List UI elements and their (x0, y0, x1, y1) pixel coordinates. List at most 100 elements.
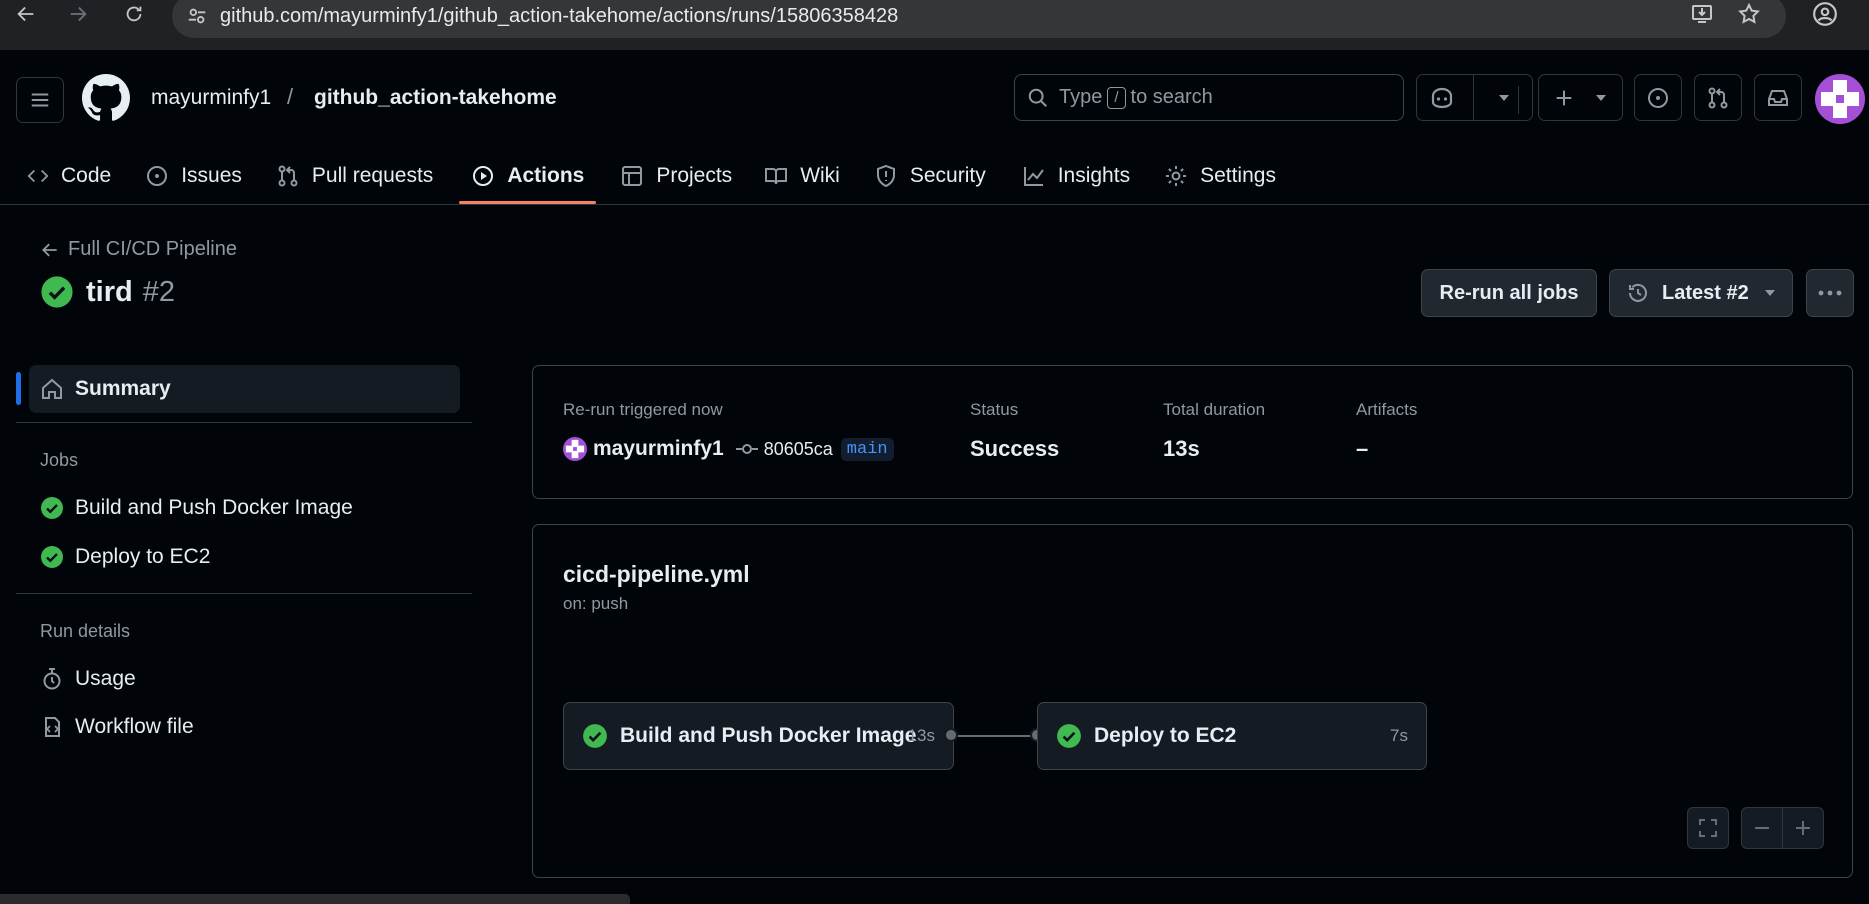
avatar[interactable] (1815, 74, 1865, 124)
arrow-left-icon (40, 240, 68, 260)
zoom-in-button[interactable] (1782, 807, 1824, 849)
home-icon (39, 377, 65, 401)
artifacts-value: – (1356, 436, 1369, 461)
tab-projects[interactable]: Projects (608, 148, 744, 204)
workflow-file-name[interactable]: cicd-pipeline.yml (563, 561, 750, 588)
search-placeholder-prefix: Type (1059, 86, 1103, 108)
create-new-button[interactable] (1538, 74, 1623, 121)
job-node[interactable]: Deploy to EC2 7s (1037, 702, 1427, 770)
chevron-down-icon (1763, 287, 1777, 299)
chevron-down-icon (1594, 92, 1608, 104)
check-circle-fill-icon (1056, 723, 1082, 749)
horizontal-scrollbar[interactable] (0, 894, 630, 904)
inbox-button[interactable] (1754, 74, 1802, 121)
bookmark-star-icon[interactable] (1737, 0, 1761, 28)
tab-actions[interactable]: Actions (459, 148, 597, 204)
job-connector-line (958, 735, 1038, 737)
branch-badge[interactable]: main (840, 437, 894, 461)
workflow-name: Full CI/CD Pipeline (68, 238, 237, 260)
hamburger-icon (29, 89, 51, 111)
graph-icon (1022, 164, 1046, 188)
commit-sha-link[interactable]: 80605ca (764, 439, 833, 460)
latest-attempt-label: Latest #2 (1662, 281, 1749, 304)
tab-label: Projects (656, 164, 733, 187)
zoom-out-button[interactable] (1741, 807, 1783, 849)
search-placeholder-suffix: to search (1130, 86, 1213, 108)
workflow-back-link[interactable]: Full CI/CD Pipeline (40, 238, 237, 261)
copilot-button[interactable] (1416, 74, 1533, 121)
tab-code[interactable]: Code (15, 148, 123, 204)
sidebar-item-summary[interactable]: Summary (29, 365, 460, 413)
gear-icon (1164, 164, 1188, 188)
duration-value: 13s (1163, 436, 1200, 461)
tab-issues[interactable]: Issues (133, 148, 254, 204)
tab-wiki[interactable]: Wiki (752, 148, 852, 204)
actor-link[interactable]: mayurminfy1 (593, 437, 724, 461)
menu-button[interactable] (16, 77, 64, 123)
table-icon (620, 164, 644, 188)
plus-icon (1553, 87, 1575, 109)
issues-button[interactable] (1634, 74, 1682, 121)
repo-owner-link[interactable]: mayurminfy1 (151, 86, 271, 110)
check-circle-fill-icon (40, 275, 74, 309)
back-arrow-icon[interactable] (6, 0, 46, 28)
kebab-horizontal-icon (1817, 289, 1843, 297)
file-code-icon (39, 715, 65, 739)
chevron-down-icon (1497, 92, 1511, 104)
install-app-icon[interactable] (1690, 0, 1714, 28)
tab-security[interactable]: Security (862, 148, 998, 204)
fullscreen-icon (1698, 818, 1718, 838)
sidebar-item-job[interactable]: Build and Push Docker Image (39, 496, 353, 520)
more-options-button[interactable] (1806, 269, 1854, 317)
github-logo-icon[interactable] (82, 74, 130, 122)
search-shortcut-key: / (1107, 86, 1126, 109)
run-details-heading: Run details (40, 621, 131, 641)
check-circle-fill-icon (39, 545, 65, 569)
check-circle-fill-icon (582, 723, 608, 749)
address-bar[interactable]: github.com/mayurminfy1/github_action-tak… (172, 0, 1786, 38)
git-pull-request-icon (276, 164, 300, 188)
sidebar-item-label: Workflow file (75, 715, 194, 738)
search-icon (1027, 87, 1049, 109)
job-node[interactable]: Build and Push Docker Image 13s (563, 702, 954, 770)
site-settings-icon[interactable] (186, 5, 208, 27)
status-label: Status (970, 400, 1019, 419)
job-name: Build and Push Docker Image (620, 724, 917, 747)
sidebar-item-workflow-file[interactable]: Workflow file (39, 715, 194, 739)
tab-settings[interactable]: Settings (1152, 148, 1288, 204)
trigger-info: mayurminfy1 80605ca main (563, 437, 894, 461)
repo-name-link[interactable]: github_action-takehome (314, 86, 557, 110)
issue-opened-icon (145, 164, 169, 188)
run-title: tird (86, 275, 133, 308)
latest-attempt-dropdown[interactable]: Latest #2 (1609, 269, 1793, 317)
job-duration: 7s (1390, 726, 1408, 745)
rerun-all-jobs-button[interactable]: Re-run all jobs (1421, 269, 1597, 317)
sidebar-divider (16, 593, 472, 594)
inbox-icon (1766, 86, 1790, 110)
plus-icon (1793, 818, 1813, 838)
check-circle-fill-icon (39, 496, 65, 520)
tab-label: Pull requests (311, 164, 434, 187)
sidebar-item-usage[interactable]: Usage (39, 667, 136, 691)
sidebar-divider (16, 422, 472, 423)
book-icon (764, 164, 788, 188)
tab-insights[interactable]: Insights (1010, 148, 1142, 204)
issue-opened-icon (1646, 86, 1670, 110)
forward-arrow-icon[interactable] (58, 0, 98, 28)
play-icon (471, 164, 495, 188)
code-icon (27, 165, 49, 187)
stopwatch-icon (39, 667, 65, 691)
copilot-icon (1429, 86, 1455, 110)
sidebar-item-job[interactable]: Deploy to EC2 (39, 545, 210, 569)
tab-label: Settings (1200, 164, 1276, 187)
job-duration: 13s (907, 726, 935, 745)
workflow-trigger: on: push (563, 594, 629, 613)
search-input[interactable]: Type / to search (1014, 74, 1404, 121)
profile-icon[interactable] (1812, 0, 1838, 28)
pull-requests-button[interactable] (1694, 74, 1742, 121)
sidebar-item-label: Deploy to EC2 (75, 545, 211, 568)
reload-icon[interactable] (114, 0, 154, 28)
status-value: Success (970, 436, 1060, 461)
tab-pull-requests[interactable]: Pull requests (264, 148, 445, 204)
fullscreen-button[interactable] (1687, 807, 1729, 849)
